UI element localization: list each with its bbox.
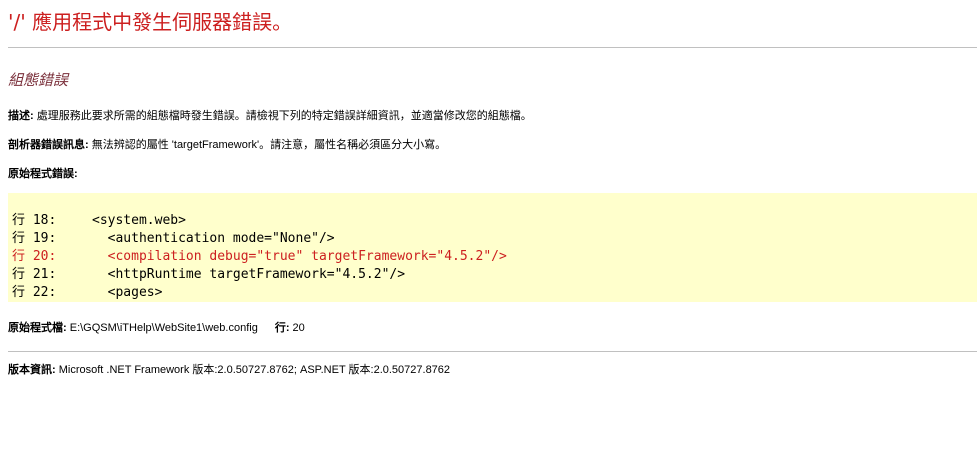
divider	[8, 47, 977, 48]
source-file-path: E:\GQSM\iTHelp\WebSite1\web.config	[66, 322, 258, 334]
source-line-label: 行:	[274, 322, 290, 334]
line-number: 行 22:	[12, 285, 57, 300]
source-line-value: 20	[289, 322, 305, 334]
error-title: '/' 應用程式中發生伺服器錯誤。	[8, 10, 293, 34]
version-info-text: Microsoft .NET Framework 版本:2.0.50727.87…	[55, 364, 451, 376]
source-file-label: 原始程式檔:	[8, 322, 67, 334]
line-code: <httpRuntime targetFramework="4.5.2"/>	[92, 267, 406, 282]
error-subtitle: 組態錯誤	[8, 71, 69, 89]
line-number: 行 21:	[12, 267, 57, 282]
line-code: <system.web>	[92, 213, 186, 228]
description-label: 描述:	[8, 110, 34, 122]
source-line-error: 行 20: <compilation debug="true" targetFr…	[12, 245, 507, 264]
line-number: 行 19:	[12, 231, 57, 246]
source-line: 行 22: <pages>	[12, 281, 162, 300]
source-line: 行 18: <system.web>	[12, 209, 186, 228]
line-number: 行 20:	[12, 249, 57, 264]
version-info: 版本資訊: Microsoft .NET Framework 版本:2.0.50…	[8, 361, 450, 377]
description: 描述: 處理服務此要求所需的組態檔時發生錯誤。請檢視下列的特定錯誤詳細資訊，並適…	[8, 107, 532, 123]
source-error-label: 原始程式錯誤:	[8, 168, 78, 180]
version-info-label: 版本資訊:	[8, 364, 56, 376]
source-error-heading: 原始程式錯誤:	[8, 165, 78, 181]
divider	[8, 351, 977, 352]
source-code-box: 行 18: <system.web> 行 19: <authentication …	[8, 193, 977, 302]
parser-error-label: 剖析器錯誤訊息:	[8, 139, 89, 151]
source-line: 行 19: <authentication mode="None"/>	[12, 227, 335, 246]
parser-error-message: 剖析器錯誤訊息: 無法辨認的屬性 'targetFramework'。請注意，屬…	[8, 136, 446, 152]
parser-error-text: 無法辨認的屬性 'targetFramework'。請注意，屬性名稱必須區分大小…	[88, 139, 447, 151]
line-code: <compilation debug="true" targetFramewor…	[92, 249, 507, 264]
line-number: 行 18:	[12, 213, 57, 228]
source-file: 原始程式檔: E:\GQSM\iTHelp\WebSite1\web.confi…	[8, 319, 305, 335]
source-line: 行 21: <httpRuntime targetFramework="4.5.…	[12, 263, 405, 282]
description-text: 處理服務此要求所需的組態檔時發生錯誤。請檢視下列的特定錯誤詳細資訊，並適當修改您…	[33, 110, 532, 122]
line-code: <authentication mode="None"/>	[92, 231, 335, 246]
line-code: <pages>	[92, 285, 163, 300]
